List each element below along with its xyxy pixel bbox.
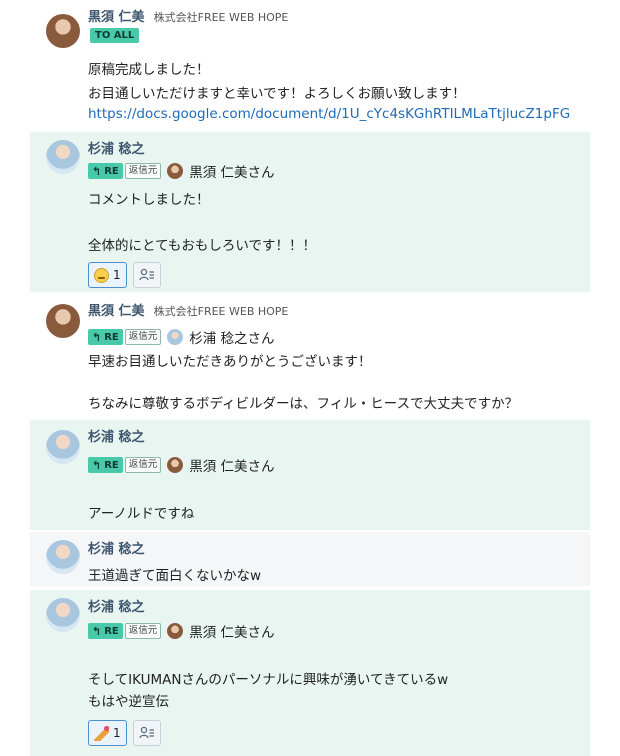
reply-label: RE bbox=[104, 331, 119, 343]
reply-target-name: 杉浦 稔之さん bbox=[189, 331, 275, 347]
message-text: ちなみに尊敬するボディビルダーは、フィル・ヒースで大丈夫ですか？ bbox=[88, 396, 519, 412]
reply-label: RE bbox=[104, 459, 119, 471]
reply-label: RE bbox=[104, 625, 119, 637]
message-text: アーノルドですね bbox=[88, 506, 195, 522]
reply-badge[interactable]: ↰ RE bbox=[88, 329, 123, 345]
message-text: 全体的にとてもおもしろいです！！！ bbox=[88, 238, 317, 254]
reaction-button[interactable]: 1 bbox=[88, 262, 127, 288]
avatar[interactable] bbox=[46, 430, 80, 464]
emoji-icon bbox=[94, 267, 109, 283]
message[interactable]: 杉浦 稔之 ↰ RE 返信元 黒須 仁美さん そしてIKUMANさんのパーソナルに… bbox=[30, 590, 590, 756]
sender-name[interactable]: 杉浦 稔之 bbox=[88, 600, 145, 615]
chat-timeline: 黒須 仁美 株式会社FREE WEB HOPE TO ALL 原稿完成しました！… bbox=[0, 0, 620, 756]
avatar[interactable] bbox=[46, 14, 80, 48]
sender-company: 株式会社FREE WEB HOPE bbox=[153, 305, 289, 318]
message-text: 原稿完成しました！ bbox=[88, 62, 210, 78]
message[interactable]: 黒須 仁美 株式会社FREE WEB HOPE ↰ RE 返信元 杉浦 稔之さん … bbox=[30, 294, 590, 418]
message-text: 早速お目通しいただきありがとうございます！ bbox=[88, 354, 372, 370]
reply-arrow-icon: ↰ bbox=[92, 164, 102, 178]
users-icon bbox=[138, 726, 154, 739]
reply-badge[interactable]: ↰ RE bbox=[88, 457, 123, 473]
message-text: もはや逆宣伝 bbox=[88, 694, 169, 710]
avatar[interactable] bbox=[46, 140, 80, 174]
reply-badge[interactable]: ↰ RE bbox=[88, 163, 123, 179]
reply-source-link[interactable]: 返信元 bbox=[124, 623, 162, 639]
sender-name[interactable]: 黒須 仁美 bbox=[88, 304, 145, 319]
message[interactable]: 杉浦 稔之 王道過ぎて面白くないかなw bbox=[30, 532, 590, 586]
reply-target-name: 黒須 仁美さん bbox=[189, 625, 275, 641]
reaction-bar: 1 bbox=[88, 262, 161, 288]
message-text: 王道過ぎて面白くないかなw bbox=[88, 568, 262, 584]
reply-target-avatar bbox=[167, 457, 184, 473]
message-text: そしてIKUMANさんのパーソナルに興味が湧いてきているw bbox=[88, 672, 449, 688]
reply-label: RE bbox=[104, 165, 119, 177]
reaction-count: 1 bbox=[113, 268, 121, 282]
reply-target-name: 黒須 仁美さん bbox=[189, 459, 275, 475]
avatar[interactable] bbox=[46, 540, 80, 574]
sender-name[interactable]: 杉浦 稔之 bbox=[88, 542, 145, 557]
sender-name[interactable]: 杉浦 稔之 bbox=[88, 430, 145, 445]
sender-name[interactable]: 杉浦 稔之 bbox=[88, 142, 145, 157]
reaction-users-button[interactable] bbox=[132, 720, 161, 746]
sender-name[interactable]: 黒須 仁美 bbox=[88, 10, 145, 25]
reaction-bar: 1 bbox=[88, 720, 161, 746]
avatar[interactable] bbox=[46, 304, 80, 338]
reply-source-link[interactable]: 返信元 bbox=[124, 457, 162, 473]
message-text: お目通しいただけますと幸いです！よろしくお願い致します！ bbox=[88, 86, 466, 102]
reply-info: ↰ RE 返信元 杉浦 稔之さん bbox=[88, 328, 275, 347]
reaction-count: 1 bbox=[113, 726, 121, 740]
message[interactable]: 黒須 仁美 株式会社FREE WEB HOPE TO ALL 原稿完成しました！… bbox=[30, 0, 590, 130]
reply-arrow-icon: ↰ bbox=[92, 458, 102, 472]
reply-arrow-icon: ↰ bbox=[92, 330, 102, 344]
reply-info: ↰ RE 返信元 黒須 仁美さん bbox=[88, 622, 275, 641]
reaction-users-button[interactable] bbox=[132, 262, 161, 288]
reply-target-avatar bbox=[167, 623, 184, 639]
document-link[interactable]: https://docs.google.com/document/d/1U_cY… bbox=[88, 106, 570, 122]
to-all-badge: TO ALL bbox=[90, 28, 140, 43]
sender-company: 株式会社FREE WEB HOPE bbox=[153, 11, 289, 24]
reply-info: ↰ RE 返信元 黒須 仁美さん bbox=[88, 162, 275, 181]
reply-target-avatar bbox=[167, 163, 184, 179]
reply-arrow-icon: ↰ bbox=[92, 624, 102, 638]
reply-target-avatar bbox=[167, 329, 184, 345]
message[interactable]: 杉浦 稔之 ↰ RE 返信元 黒須 仁美さん アーノルドですね bbox=[30, 420, 590, 530]
reply-badge[interactable]: ↰ RE bbox=[88, 623, 123, 639]
users-icon bbox=[138, 268, 154, 281]
reaction-button[interactable]: 1 bbox=[88, 720, 127, 746]
party-popper-icon bbox=[94, 725, 109, 741]
message[interactable]: 杉浦 稔之 ↰ RE 返信元 黒須 仁美さん コメントしました！ 全体的にとてもお… bbox=[30, 132, 590, 292]
reply-source-link[interactable]: 返信元 bbox=[124, 163, 162, 179]
reply-source-link[interactable]: 返信元 bbox=[124, 329, 162, 345]
message-text: コメントしました！ bbox=[88, 192, 210, 208]
reply-target-name: 黒須 仁美さん bbox=[189, 165, 275, 181]
avatar[interactable] bbox=[46, 598, 80, 632]
reply-info: ↰ RE 返信元 黒須 仁美さん bbox=[88, 456, 275, 475]
